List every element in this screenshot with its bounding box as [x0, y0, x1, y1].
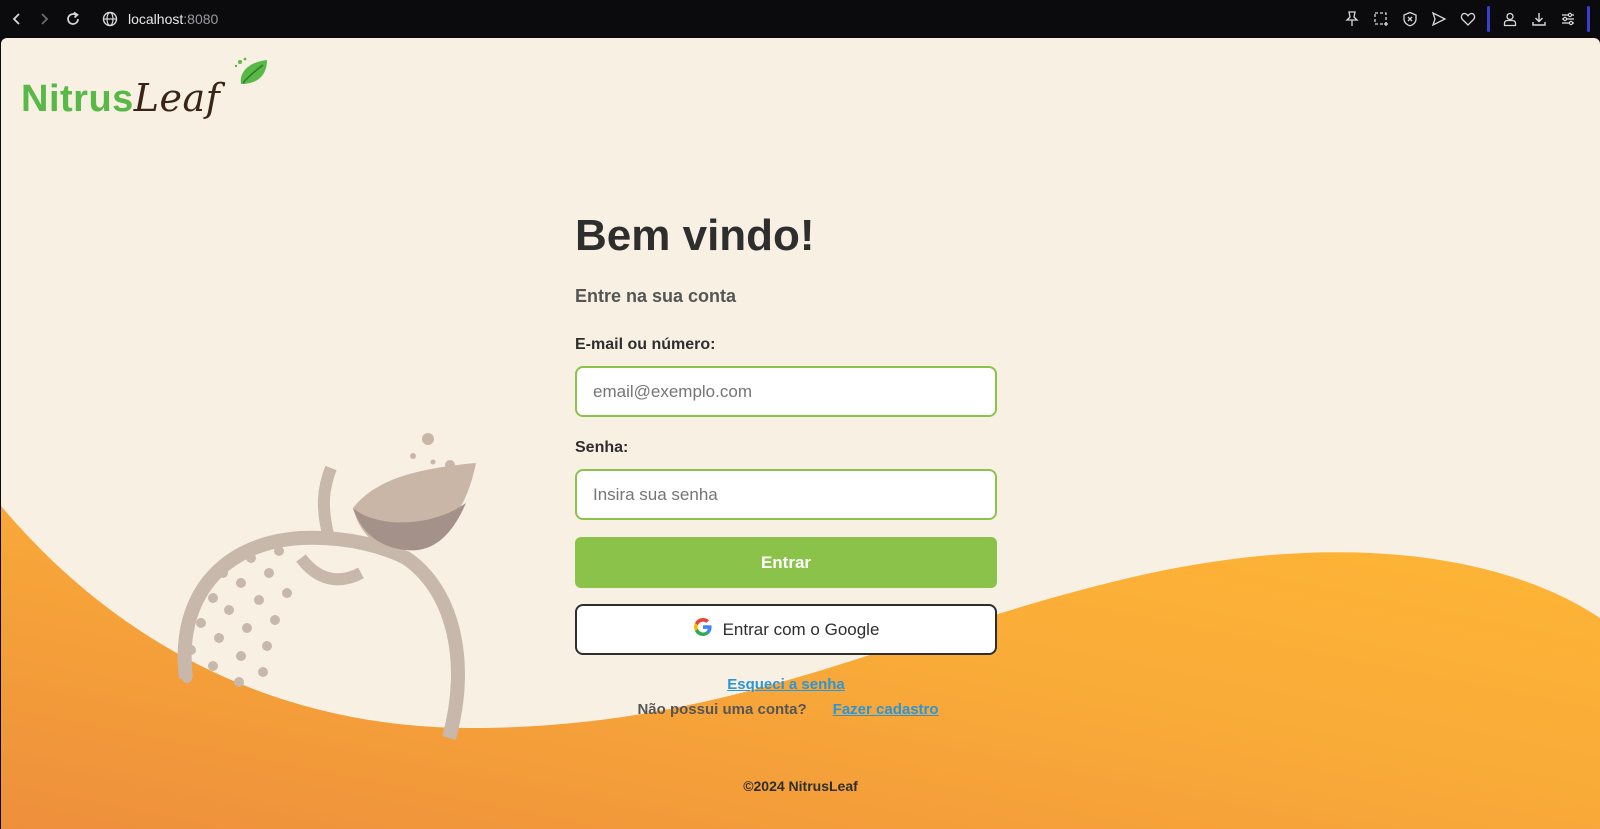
- page-subtitle: Entre na sua conta: [575, 286, 737, 306]
- send-icon[interactable]: [1429, 8, 1448, 30]
- page-title: Bem vindo!: [575, 211, 815, 260]
- footer-copyright: ©2024 NitrusLeaf: [743, 778, 858, 794]
- shield-icon[interactable]: [1400, 8, 1419, 30]
- globe-icon: [102, 11, 118, 27]
- heart-icon[interactable]: [1458, 8, 1477, 30]
- url-host: localhost: [128, 11, 184, 27]
- google-login-label: Entrar com o Google: [722, 619, 880, 639]
- brand-name-part2: Leaf: [133, 76, 221, 120]
- toolbar-separator: [1487, 6, 1490, 32]
- forward-icon[interactable]: [33, 8, 55, 30]
- brand-wordmark: NitrusLeaf: [21, 76, 220, 121]
- url-text: localhost:8080: [128, 11, 218, 27]
- login-button[interactable]: Entrar: [575, 537, 997, 588]
- google-icon: [693, 617, 713, 642]
- forgot-password-link[interactable]: Esqueci a senha: [727, 676, 845, 693]
- auth-links: Esqueci a senha Não possui uma conta? Fa…: [575, 676, 997, 718]
- no-account-text: Não possui uma conta?: [637, 701, 807, 718]
- pin-icon[interactable]: [1342, 8, 1361, 30]
- back-icon[interactable]: [6, 8, 28, 30]
- leaf-logo-icon: [234, 57, 267, 84]
- google-login-button[interactable]: Entrar com o Google: [575, 604, 997, 655]
- url-port: :8080: [183, 11, 219, 27]
- signup-link[interactable]: Fazer cadastro: [833, 701, 939, 718]
- profile-icon[interactable]: [1500, 8, 1519, 30]
- download-icon[interactable]: [1529, 8, 1548, 30]
- email-label: E-mail ou número:: [575, 336, 716, 353]
- password-label: Senha:: [575, 439, 629, 456]
- screenshot-icon[interactable]: [1371, 8, 1390, 30]
- reload-icon[interactable]: [62, 8, 84, 30]
- login-form: Bem vindo! Entre na sua conta E-mail ou …: [575, 214, 997, 718]
- address-bar[interactable]: localhost:8080: [102, 9, 218, 29]
- email-input[interactable]: [575, 366, 997, 417]
- settings-icon[interactable]: [1558, 8, 1577, 30]
- password-input[interactable]: [575, 469, 997, 520]
- browser-toolbar: localhost:8080: [0, 0, 1600, 38]
- brand-name-part1: Nitrus: [21, 78, 134, 120]
- page: NitrusLeaf Bem vindo! Entre na sua conta…: [1, 38, 1600, 829]
- leaf-illustration-icon: [353, 433, 476, 551]
- toolbar-edge: [1587, 6, 1590, 32]
- brand-logo[interactable]: NitrusLeaf: [21, 56, 271, 121]
